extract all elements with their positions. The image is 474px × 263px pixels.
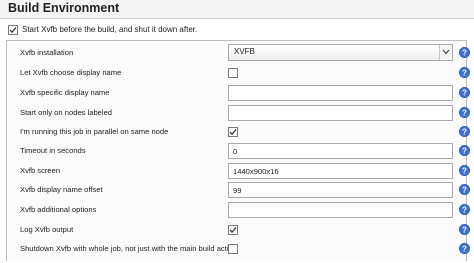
row-timeout: Timeout in seconds ? xyxy=(6,142,470,161)
svg-text:?: ? xyxy=(462,127,467,136)
section-header: Build Environment xyxy=(0,0,474,19)
svg-text:?: ? xyxy=(462,48,467,57)
row-start-only-on-nodes: Start only on nodes labeled ? xyxy=(6,104,470,123)
field-label: Shutdown Xvfb with whole job, not just w… xyxy=(20,244,237,253)
field-label: Xvfb screen xyxy=(20,166,61,175)
xvfb-installation-select[interactable]: XVFB xyxy=(228,44,453,61)
help-icon[interactable]: ? xyxy=(459,243,470,254)
svg-text:?: ? xyxy=(462,108,467,117)
field-label: Start only on nodes labeled xyxy=(20,108,113,117)
row-xvfb-specific-display-name: Xvfb specific display name ? xyxy=(6,84,470,103)
xvfb-specific-display-name-input[interactable] xyxy=(228,85,453,101)
help-icon[interactable]: ? xyxy=(459,67,470,78)
field-label: Xvfb installation xyxy=(20,48,74,57)
node-label-input[interactable] xyxy=(228,105,453,121)
row-additional-options: Xvfb additional options ? xyxy=(6,201,470,220)
log-xvfb-output-checkbox[interactable] xyxy=(228,225,238,235)
let-xvfb-choose-display-checkbox[interactable] xyxy=(228,68,238,78)
svg-text:?: ? xyxy=(462,68,467,77)
svg-text:?: ? xyxy=(462,185,467,194)
field-label: Let Xvfb choose display name xyxy=(20,68,122,77)
display-name-offset-input[interactable] xyxy=(228,182,453,198)
chevron-down-icon[interactable] xyxy=(439,45,452,60)
help-icon[interactable]: ? xyxy=(459,165,470,176)
help-icon[interactable]: ? xyxy=(459,87,470,98)
help-icon[interactable]: ? xyxy=(459,126,470,137)
field-label: Xvfb specific display name xyxy=(20,88,110,97)
row-display-name-offset: Xvfb display name offset ? xyxy=(6,181,470,200)
svg-text:?: ? xyxy=(462,146,467,155)
shutdown-with-whole-job-checkbox[interactable] xyxy=(228,244,238,254)
help-icon[interactable]: ? xyxy=(459,184,470,195)
main-option-checkbox[interactable] xyxy=(8,25,18,35)
row-log-xvfb-output: Log Xvfb output ? xyxy=(6,221,470,240)
row-xvfb-screen: Xvfb screen ? xyxy=(6,162,470,181)
section-title: Build Environment xyxy=(8,1,120,15)
help-icon[interactable]: ? xyxy=(459,47,470,58)
xvfb-screen-input[interactable] xyxy=(228,163,453,179)
field-label: I'm running this job in parallel on same… xyxy=(20,127,169,136)
timeout-input[interactable] xyxy=(228,143,453,159)
field-label: Xvfb additional options xyxy=(20,205,97,214)
row-let-xvfb-choose-display: Let Xvfb choose display name ? xyxy=(6,64,470,83)
svg-text:?: ? xyxy=(462,244,467,253)
svg-text:?: ? xyxy=(462,205,467,214)
help-icon[interactable]: ? xyxy=(459,224,470,235)
field-label: Timeout in seconds xyxy=(20,146,86,155)
additional-options-input[interactable] xyxy=(228,202,453,218)
field-label: Xvfb display name offset xyxy=(20,185,103,194)
select-value: XVFB xyxy=(234,47,255,56)
help-icon[interactable]: ? xyxy=(459,204,470,215)
svg-text:?: ? xyxy=(462,166,467,175)
svg-text:?: ? xyxy=(462,88,467,97)
parallel-same-node-checkbox[interactable] xyxy=(228,127,238,137)
main-option-label: Start Xvfb before the build, and shut it… xyxy=(22,25,198,34)
svg-text:?: ? xyxy=(462,225,467,234)
row-xvfb-installation: Xvfb installation XVFB ? xyxy=(6,44,470,63)
help-icon[interactable]: ? xyxy=(459,107,470,118)
row-shutdown-with-whole-job: Shutdown Xvfb with whole job, not just w… xyxy=(6,240,470,259)
row-parallel-same-node: I'm running this job in parallel on same… xyxy=(6,123,470,142)
help-icon[interactable]: ? xyxy=(459,145,470,156)
field-label: Log Xvfb output xyxy=(20,225,74,234)
